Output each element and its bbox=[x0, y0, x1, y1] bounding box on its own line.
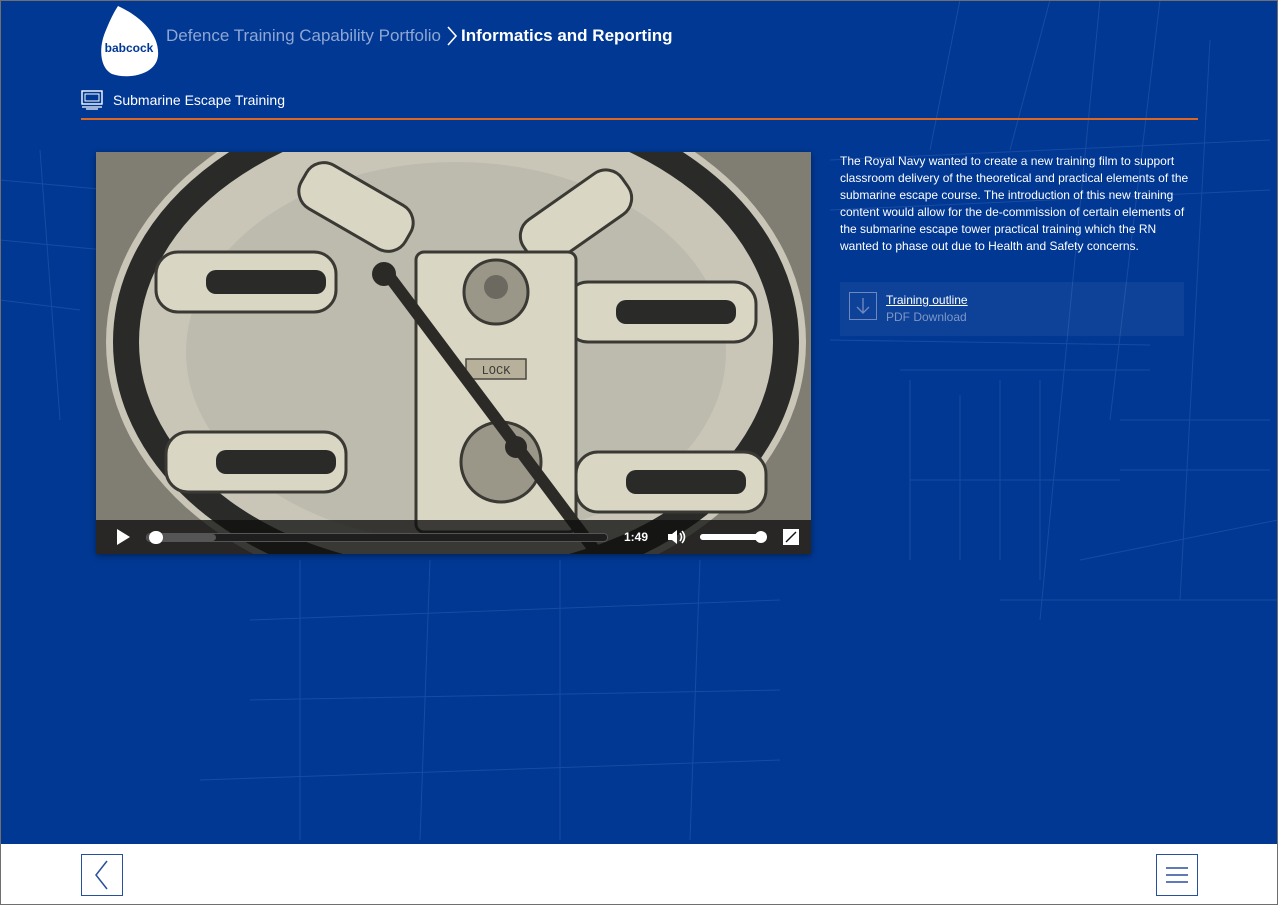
svg-text:LOCK: LOCK bbox=[482, 364, 512, 378]
volume-slider[interactable] bbox=[700, 531, 767, 543]
breadcrumb-current: Informatics and Reporting bbox=[460, 26, 673, 45]
video-player[interactable]: LOCK 1:49 bbox=[96, 152, 811, 554]
back-button[interactable] bbox=[81, 854, 123, 896]
main-stage: babcock Defence Training Capability Port… bbox=[0, 0, 1278, 844]
section-header: Submarine Escape Training bbox=[81, 90, 285, 110]
play-icon[interactable] bbox=[114, 528, 132, 546]
breadcrumb-root[interactable]: Defence Training Capability Portfolio bbox=[166, 26, 441, 46]
section-title: Submarine Escape Training bbox=[113, 92, 285, 108]
babcock-logo[interactable]: babcock bbox=[100, 4, 162, 78]
volume-knob[interactable] bbox=[755, 531, 767, 543]
time-display: 1:49 bbox=[624, 530, 649, 544]
video-frame: LOCK bbox=[96, 152, 811, 554]
progress-knob[interactable] bbox=[149, 530, 163, 544]
progress-bar[interactable] bbox=[146, 530, 608, 544]
video-controls: 1:49 bbox=[96, 520, 811, 554]
volume-icon[interactable] bbox=[666, 528, 688, 546]
fullscreen-icon[interactable] bbox=[782, 528, 800, 546]
description-text: The Royal Navy wanted to create a new tr… bbox=[840, 154, 1189, 253]
footer-bar bbox=[0, 844, 1278, 905]
download-subtitle: PDF Download bbox=[886, 310, 967, 324]
download-title[interactable]: Training outline bbox=[886, 293, 968, 307]
chevron-right-icon bbox=[447, 26, 458, 46]
monitor-icon bbox=[81, 90, 103, 110]
menu-button[interactable] bbox=[1156, 854, 1198, 896]
breadcrumb: Defence Training Capability Portfolio In… bbox=[166, 24, 673, 48]
section-divider bbox=[81, 118, 1198, 120]
hamburger-menu-icon bbox=[1166, 867, 1188, 883]
download-arrow-icon bbox=[849, 292, 877, 320]
chevron-left-icon bbox=[95, 860, 108, 890]
training-outline-download[interactable]: Training outline PDF Download bbox=[840, 282, 1184, 336]
volume-fill bbox=[700, 534, 761, 540]
svg-text:babcock: babcock bbox=[105, 41, 154, 55]
